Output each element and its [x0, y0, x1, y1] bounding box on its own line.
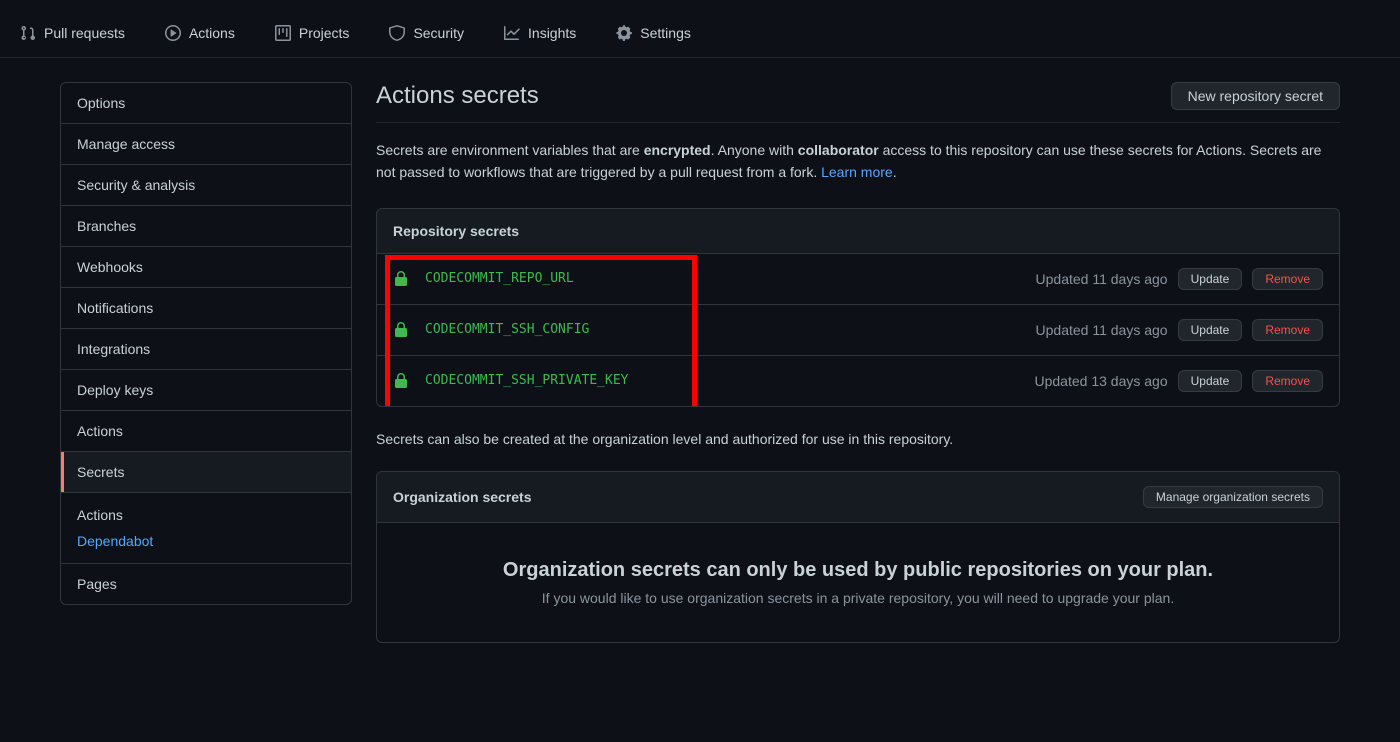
sidebar-item-webhooks[interactable]: Webhooks [61, 247, 351, 288]
secret-row: CODECOMMIT_REPO_URL Updated 11 days ago … [377, 254, 1339, 305]
manage-organization-secrets-button[interactable]: Manage organization secrets [1143, 486, 1323, 508]
tab-security[interactable]: Security [373, 17, 480, 49]
secret-row: CODECOMMIT_SSH_CONFIG Updated 11 days ag… [377, 305, 1339, 356]
settings-sidebar: Options Manage access Security & analysi… [60, 82, 352, 667]
intro-text: Secrets are environment variables that a… [376, 139, 1340, 184]
sidebar-item-secrets[interactable]: Secrets [61, 452, 351, 493]
learn-more-link[interactable]: Learn more [821, 164, 893, 180]
new-repository-secret-button[interactable]: New repository secret [1171, 82, 1340, 110]
update-button[interactable]: Update [1178, 370, 1243, 392]
gear-icon [616, 25, 632, 41]
tab-label: Actions [189, 25, 235, 41]
organization-secrets-box: Organization secrets Manage organization… [376, 471, 1340, 643]
update-button[interactable]: Update [1178, 268, 1243, 290]
remove-button[interactable]: Remove [1252, 319, 1323, 341]
project-icon [275, 25, 291, 41]
tab-projects[interactable]: Projects [259, 17, 366, 49]
org-body-subtitle: If you would like to use organization se… [393, 590, 1323, 606]
sidebar-item-pages[interactable]: Pages [61, 564, 351, 604]
repo-secrets-title: Repository secrets [393, 223, 519, 239]
between-text: Secrets can also be created at the organ… [376, 431, 1340, 447]
secret-updated: Updated 11 days ago [1036, 322, 1168, 338]
update-button[interactable]: Update [1178, 319, 1243, 341]
lock-icon [393, 322, 409, 338]
tab-label: Security [413, 25, 464, 41]
tab-label: Projects [299, 25, 350, 41]
tab-label: Settings [640, 25, 691, 41]
remove-button[interactable]: Remove [1252, 268, 1323, 290]
sidebar-sublink-dependabot[interactable]: Dependabot [61, 527, 351, 564]
secret-name: CODECOMMIT_REPO_URL [425, 271, 574, 286]
secret-updated: Updated 13 days ago [1035, 373, 1168, 389]
secret-updated: Updated 11 days ago [1036, 271, 1168, 287]
play-icon [165, 25, 181, 41]
graph-icon [504, 25, 520, 41]
git-pull-request-icon [20, 25, 36, 41]
remove-button[interactable]: Remove [1252, 370, 1323, 392]
sidebar-item-branches[interactable]: Branches [61, 206, 351, 247]
sidebar-item-deploy-keys[interactable]: Deploy keys [61, 370, 351, 411]
tab-actions[interactable]: Actions [149, 17, 251, 49]
main-content: Actions secrets New repository secret Se… [376, 82, 1340, 667]
lock-icon [393, 373, 409, 389]
repository-secrets-box: Repository secrets CODECOMMIT_REPO_URL U… [376, 208, 1340, 407]
sidebar-item-integrations[interactable]: Integrations [61, 329, 351, 370]
sidebar-item-actions[interactable]: Actions [61, 411, 351, 452]
sidebar-item-notifications[interactable]: Notifications [61, 288, 351, 329]
repo-tabs: Pull requests Actions Projects Security … [0, 0, 1400, 58]
tab-label: Pull requests [44, 25, 125, 41]
sidebar-item-options[interactable]: Options [61, 83, 351, 124]
org-body-title: Organization secrets can only be used by… [393, 559, 1323, 582]
secret-name: CODECOMMIT_SSH_PRIVATE_KEY [425, 373, 629, 388]
sidebar-item-manage-access[interactable]: Manage access [61, 124, 351, 165]
sidebar-item-label: Secrets [77, 464, 124, 480]
sidebar-item-security-analysis[interactable]: Security & analysis [61, 165, 351, 206]
sidebar-sub-head: Actions [61, 493, 351, 527]
org-secrets-title: Organization secrets [393, 489, 532, 505]
page-title: Actions secrets [376, 82, 539, 110]
tab-insights[interactable]: Insights [488, 17, 592, 49]
shield-icon [389, 25, 405, 41]
dependabot-link[interactable]: Dependabot [77, 533, 153, 549]
tab-pull-requests[interactable]: Pull requests [4, 17, 141, 49]
tab-label: Insights [528, 25, 576, 41]
secret-row: CODECOMMIT_SSH_PRIVATE_KEY Updated 13 da… [377, 356, 1339, 406]
lock-icon [393, 271, 409, 287]
secret-name: CODECOMMIT_SSH_CONFIG [425, 322, 589, 337]
tab-settings[interactable]: Settings [600, 17, 707, 49]
